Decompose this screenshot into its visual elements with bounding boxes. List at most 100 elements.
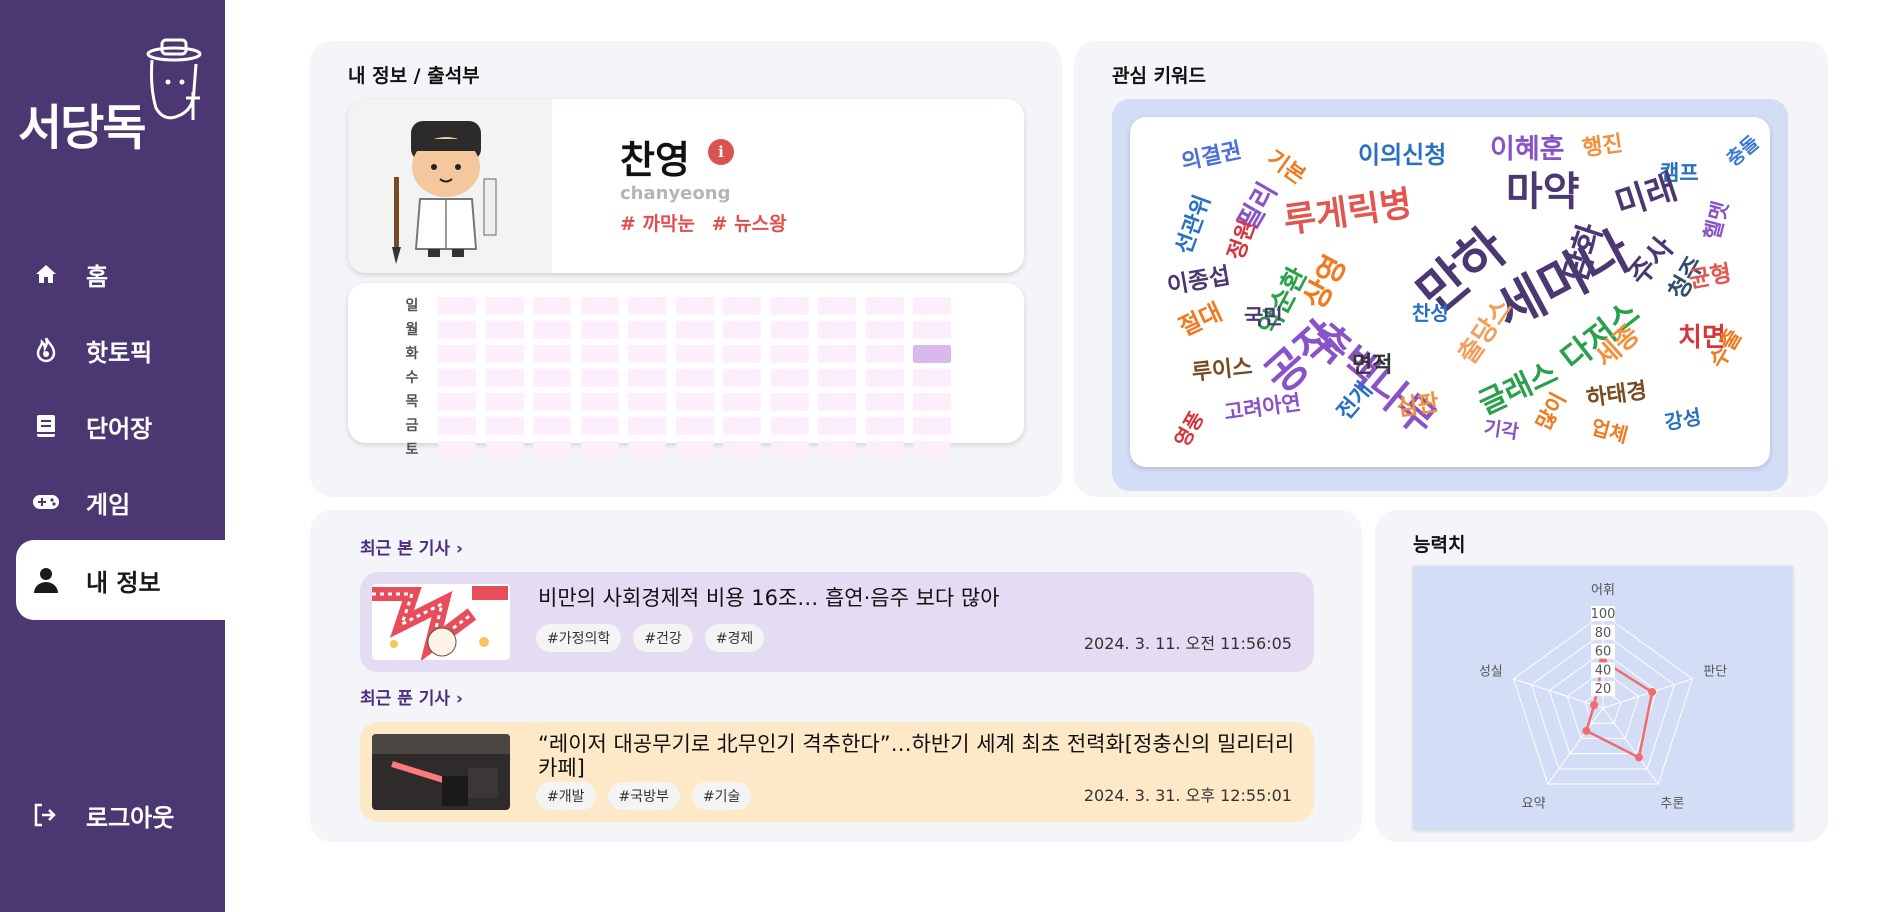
article-date: 2024. 3. 31. 오후 12:55:01 (1083, 786, 1292, 805)
sidebar-item-hot-topic[interactable]: 핫토픽 (0, 312, 225, 388)
attendance-cell (628, 369, 666, 387)
attendance-cell (865, 369, 904, 387)
sidebar-item-label: 홈 (86, 262, 109, 291)
keyword-cloud: 의결권 기본 이의신청 이혜훈 행진 캠프 충돌 선관위 필리 루게릭병 만하 … (1130, 117, 1770, 467)
attendance-cell (628, 321, 666, 339)
attendance-cell (818, 345, 856, 363)
sidebar-item-home[interactable]: 홈 (0, 236, 225, 312)
keyword[interactable]: 행진 (1580, 125, 1625, 162)
recent-viewed-article[interactable]: 비만의 사회경제적 비용 16조… 흡연·음주 보다 많아 #가정의학 #건강 … (360, 572, 1314, 672)
radar-data-point[interactable] (1590, 701, 1599, 710)
day-label: 금 (405, 418, 419, 434)
article-title: “레이저 대공무기로 北무인기 격추한다”…하반기 세계 최초 전력화[정충신의… (538, 732, 1295, 780)
radar-chart: 20 40 60 80 100 어휘판단추론 요약 성실 (1479, 583, 1727, 811)
keyword[interactable]: 절대 (1172, 292, 1227, 342)
attendance-cell (723, 441, 761, 459)
attendance-cell (533, 297, 571, 315)
radar-data-point[interactable] (1648, 688, 1657, 697)
home-icon (32, 260, 60, 288)
profile-card: 찬영 i chanyeong # 까막눈 # 뉴스왕 (348, 99, 1024, 273)
radar-axis-line (1547, 707, 1604, 785)
keyword[interactable]: 면적 (1352, 347, 1392, 379)
day-label: 화 (405, 346, 419, 362)
keyword[interactable]: 기각 (1482, 413, 1520, 445)
attendance-cell (438, 441, 476, 459)
profile-panel: 내 정보 / 출석부 찬영 i chanyeong # 까막눈 # 뉴스왕 일 … (310, 41, 1062, 497)
keyword[interactable]: 루이스 (1190, 349, 1254, 387)
keyword[interactable]: 하태경 (1584, 373, 1649, 413)
attendance-cell (438, 297, 476, 315)
keyword[interactable]: 충돌 (1720, 129, 1764, 172)
attendance-cell (723, 321, 761, 339)
logout-label: 로그아웃 (86, 804, 175, 832)
attendance-cell (580, 345, 619, 363)
attendance-cell (580, 297, 619, 315)
attendance-cell (628, 345, 666, 363)
article-tags: #개발 #국방부 #기술 (536, 782, 763, 810)
radar-tick-label: 60 (1595, 645, 1612, 660)
article-tag[interactable]: #개발 (536, 782, 596, 810)
radar-tick-label: 100 (1591, 607, 1616, 622)
article-tag[interactable]: #국방부 (607, 782, 680, 810)
profile-username: chanyeong (620, 183, 731, 204)
keyword[interactable]: 의결권 (1178, 132, 1244, 176)
logout-button[interactable]: 로그아웃 (32, 798, 174, 833)
profile-name: 찬영 (620, 138, 690, 182)
profile-tag: # 까막눈 (620, 213, 695, 235)
recent-solved-link[interactable]: 최근 푼 기사 › (360, 684, 463, 709)
keyword-cloud-frame: 의결권 기본 이의신청 이혜훈 행진 캠프 충돌 선관위 필리 루게릭병 만하 … (1112, 99, 1788, 491)
keyword[interactable]: 고려아연 (1222, 386, 1303, 426)
attendance-cell (723, 393, 761, 411)
keyword[interactable]: 업체 (1588, 411, 1631, 449)
attendance-cell (818, 417, 856, 435)
keyword[interactable]: 선관위 (1166, 190, 1217, 258)
attendance-cell (580, 321, 619, 339)
keyword[interactable]: 헬멧 (1696, 198, 1735, 243)
attendance-cell (818, 297, 856, 315)
app-logo[interactable]: 서당독 (18, 38, 202, 156)
keyword[interactable]: 이의신청 (1358, 135, 1446, 170)
info-icon[interactable]: i (708, 139, 734, 165)
attendance-cell (770, 297, 809, 315)
keyword[interactable]: 루게릭병 (1280, 175, 1415, 243)
sidebar-item-label: 게임 (86, 490, 131, 519)
attendance-cell (818, 321, 856, 339)
article-tag[interactable]: #가정의학 (536, 624, 622, 652)
keyword[interactable]: 기본 (1262, 141, 1314, 190)
keyword[interactable]: 국민 (1244, 301, 1283, 331)
attendance-cell (913, 297, 951, 315)
recent-viewed-link[interactable]: 최근 본 기사 › (360, 534, 463, 559)
radar-data-point[interactable] (1634, 753, 1643, 762)
attendance-cell (628, 297, 666, 315)
keyword[interactable]: 찬성 (1412, 297, 1449, 326)
user-icon (32, 566, 60, 594)
keyword[interactable]: 마약 (1506, 159, 1580, 217)
keyword[interactable]: 심판 (1394, 383, 1441, 423)
article-tag[interactable]: #경제 (704, 624, 765, 652)
attendance-cell (533, 321, 571, 339)
article-tag[interactable]: #기술 (691, 782, 752, 810)
attendance-cell (438, 321, 476, 339)
recent-solved-article[interactable]: “레이저 대공무기로 北무인기 격추한다”…하반기 세계 최초 전력화[정충신의… (360, 722, 1314, 822)
day-label: 토 (405, 442, 419, 458)
keyword[interactable]: 영풍 (1166, 405, 1210, 451)
sidebar-item-game[interactable]: 게임 (0, 464, 225, 540)
sidebar-item-my-info[interactable]: 내 정보 (16, 540, 225, 620)
attendance-cell (580, 369, 619, 387)
attendance-cell (818, 369, 856, 387)
keyword-section-title: 관심 키워드 (1112, 65, 1207, 87)
sidebar-item-wordbook[interactable]: 단어장 (0, 388, 225, 464)
attendance-cell (913, 417, 951, 435)
radar-tick-label: 40 (1595, 663, 1612, 678)
article-tag[interactable]: #건강 (633, 624, 693, 652)
keyword[interactable]: 균형 (1686, 254, 1734, 295)
keyword[interactable]: 이종섭 (1164, 256, 1232, 301)
keyword[interactable]: 강성 (1662, 401, 1703, 436)
ability-panel: 능력치 20 40 60 80 100 어휘 판단 추론 요약 성실 (1375, 510, 1828, 842)
attendance-cell (913, 369, 951, 387)
article-thumbnail (372, 584, 510, 660)
radar-data-point[interactable] (1582, 726, 1591, 735)
radar-chart-frame: 20 40 60 80 100 어휘 판단 추론 요약 성실 (1413, 566, 1793, 830)
radar-axis-line (1602, 707, 1659, 785)
sidebar-item-label: 핫토픽 (86, 338, 153, 367)
